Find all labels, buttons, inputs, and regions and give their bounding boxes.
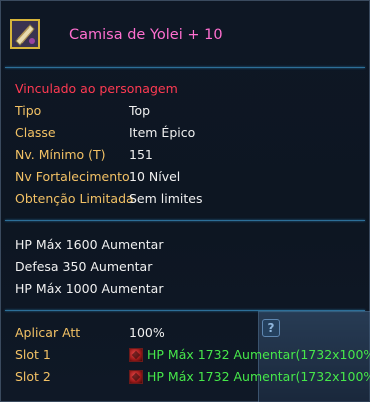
help-icon[interactable]: ?	[262, 319, 280, 337]
slot-effect-text: HP Máx 1732 Aumentar(1732x100%)	[147, 369, 370, 384]
attribute-value: Top	[129, 103, 151, 118]
attribute-value: Sem limites	[129, 191, 203, 206]
apply-att-label: Aplicar Att	[15, 325, 81, 340]
stat-line: Defesa 350 Aumentar	[15, 259, 153, 274]
tooltip-header: Camisa de Yolei + 10	[1, 1, 369, 67]
red-gem-icon	[129, 348, 143, 362]
shirt-item-icon-graphic	[12, 21, 38, 47]
stats-divider	[5, 310, 365, 311]
attributes-divider	[5, 220, 365, 221]
attribute-value: 10 Nível	[129, 169, 181, 184]
attribute-value: 151	[129, 147, 153, 162]
item-tooltip: ? Camisa de Yolei + 10 Vinculado ao pers…	[0, 0, 370, 402]
attribute-label: Tipo	[15, 103, 42, 118]
header-divider	[5, 67, 365, 68]
attribute-value: Item Épico	[129, 125, 196, 140]
apply-att-value: 100%	[129, 325, 165, 340]
slot-effect-text: HP Máx 1732 Aumentar(1732x100%)	[147, 347, 370, 362]
help-glyph: ?	[267, 321, 275, 335]
attribute-label: Obtenção Limitada	[15, 191, 134, 206]
slot-label: Slot 2	[15, 369, 51, 384]
attribute-label: Nv Fortalecimento	[15, 169, 130, 184]
shirt-item-icon	[10, 19, 40, 49]
stat-line: HP Máx 1600 Aumentar	[15, 237, 164, 252]
red-gem-icon	[129, 370, 143, 384]
attribute-label: Classe	[15, 125, 56, 140]
item-title: Camisa de Yolei + 10	[69, 27, 223, 43]
stat-line: HP Máx 1000 Aumentar	[15, 281, 164, 296]
bound-status: Vinculado ao personagem	[15, 81, 178, 96]
attribute-label: Nv. Mínimo (T)	[15, 147, 106, 162]
slot-label: Slot 1	[15, 347, 51, 362]
